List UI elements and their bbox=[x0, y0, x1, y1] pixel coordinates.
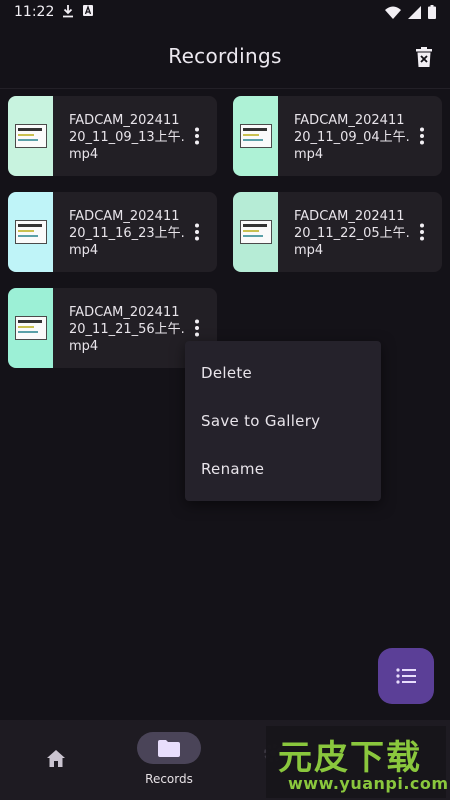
more-options-button[interactable] bbox=[410, 122, 434, 150]
nav-home[interactable] bbox=[30, 742, 82, 774]
delete-all-button[interactable] bbox=[410, 42, 438, 72]
status-time: 11:22 bbox=[14, 4, 55, 20]
watermark-logo: 元皮下载 www.yuanpi.com bbox=[266, 726, 449, 798]
recording-thumbnail bbox=[8, 96, 53, 176]
recording-name: FADCAM_20241120_11_16_23上午.mp4 bbox=[69, 209, 185, 258]
wifi-icon bbox=[385, 6, 401, 19]
recording-thumbnail bbox=[8, 288, 53, 368]
recording-card[interactable]: FADCAM_20241120_11_16_23上午.mp4 bbox=[8, 192, 217, 272]
more-options-button[interactable] bbox=[410, 218, 434, 246]
menu-item-delete[interactable]: Delete bbox=[201, 364, 252, 382]
list-icon bbox=[396, 668, 416, 684]
watermark-title: 元皮下载 bbox=[278, 738, 422, 778]
more-options-button[interactable] bbox=[185, 314, 209, 342]
recording-name: FADCAM_20241120_11_09_13上午.mp4 bbox=[69, 113, 185, 162]
app-notification-icon bbox=[83, 5, 93, 16]
recording-thumbnail bbox=[233, 192, 278, 272]
more-vert-icon bbox=[195, 319, 199, 337]
status-system-icons bbox=[385, 5, 436, 19]
more-options-button[interactable] bbox=[185, 218, 209, 246]
recording-context-menu: Delete Save to Gallery Rename bbox=[185, 341, 381, 501]
signal-icon bbox=[408, 5, 421, 19]
nav-records[interactable]: Records bbox=[130, 730, 208, 792]
more-vert-icon bbox=[195, 127, 199, 145]
more-vert-icon bbox=[420, 223, 424, 241]
recording-name: FADCAM_20241120_11_09_04上午.mp4 bbox=[294, 113, 410, 162]
more-vert-icon bbox=[195, 223, 199, 241]
header-divider bbox=[0, 88, 450, 89]
status-notification-icons bbox=[62, 4, 94, 18]
status-bar: 11:22 bbox=[0, 0, 450, 26]
battery-icon bbox=[428, 5, 436, 19]
recording-name: FADCAM_20241120_11_22_05上午.mp4 bbox=[294, 209, 410, 258]
recording-card[interactable]: FADCAM_20241120_11_09_13上午.mp4 bbox=[8, 96, 217, 176]
more-options-button[interactable] bbox=[185, 122, 209, 150]
trash-icon bbox=[416, 47, 432, 67]
watermark-url: www.yuanpi.com bbox=[288, 774, 449, 793]
recording-card[interactable]: FADCAM_20241120_11_09_04上午.mp4 bbox=[233, 96, 442, 176]
page-title: Recordings bbox=[168, 44, 282, 68]
menu-item-rename[interactable]: Rename bbox=[201, 460, 264, 478]
sort-list-fab[interactable] bbox=[378, 648, 434, 704]
home-icon bbox=[47, 749, 65, 767]
nav-records-label: Records bbox=[145, 772, 193, 786]
recording-thumbnail bbox=[233, 96, 278, 176]
top-app-bar: Recordings bbox=[0, 26, 450, 88]
download-icon bbox=[63, 5, 73, 18]
recording-card[interactable]: FADCAM_20241120_11_22_05上午.mp4 bbox=[233, 192, 442, 272]
folder-icon bbox=[158, 739, 180, 757]
menu-item-save-to-gallery[interactable]: Save to Gallery bbox=[201, 412, 320, 430]
more-vert-icon bbox=[420, 127, 424, 145]
recording-thumbnail bbox=[8, 192, 53, 272]
recording-name: FADCAM_20241120_11_21_56上午.mp4 bbox=[69, 305, 185, 354]
nav-records-indicator bbox=[137, 732, 201, 764]
